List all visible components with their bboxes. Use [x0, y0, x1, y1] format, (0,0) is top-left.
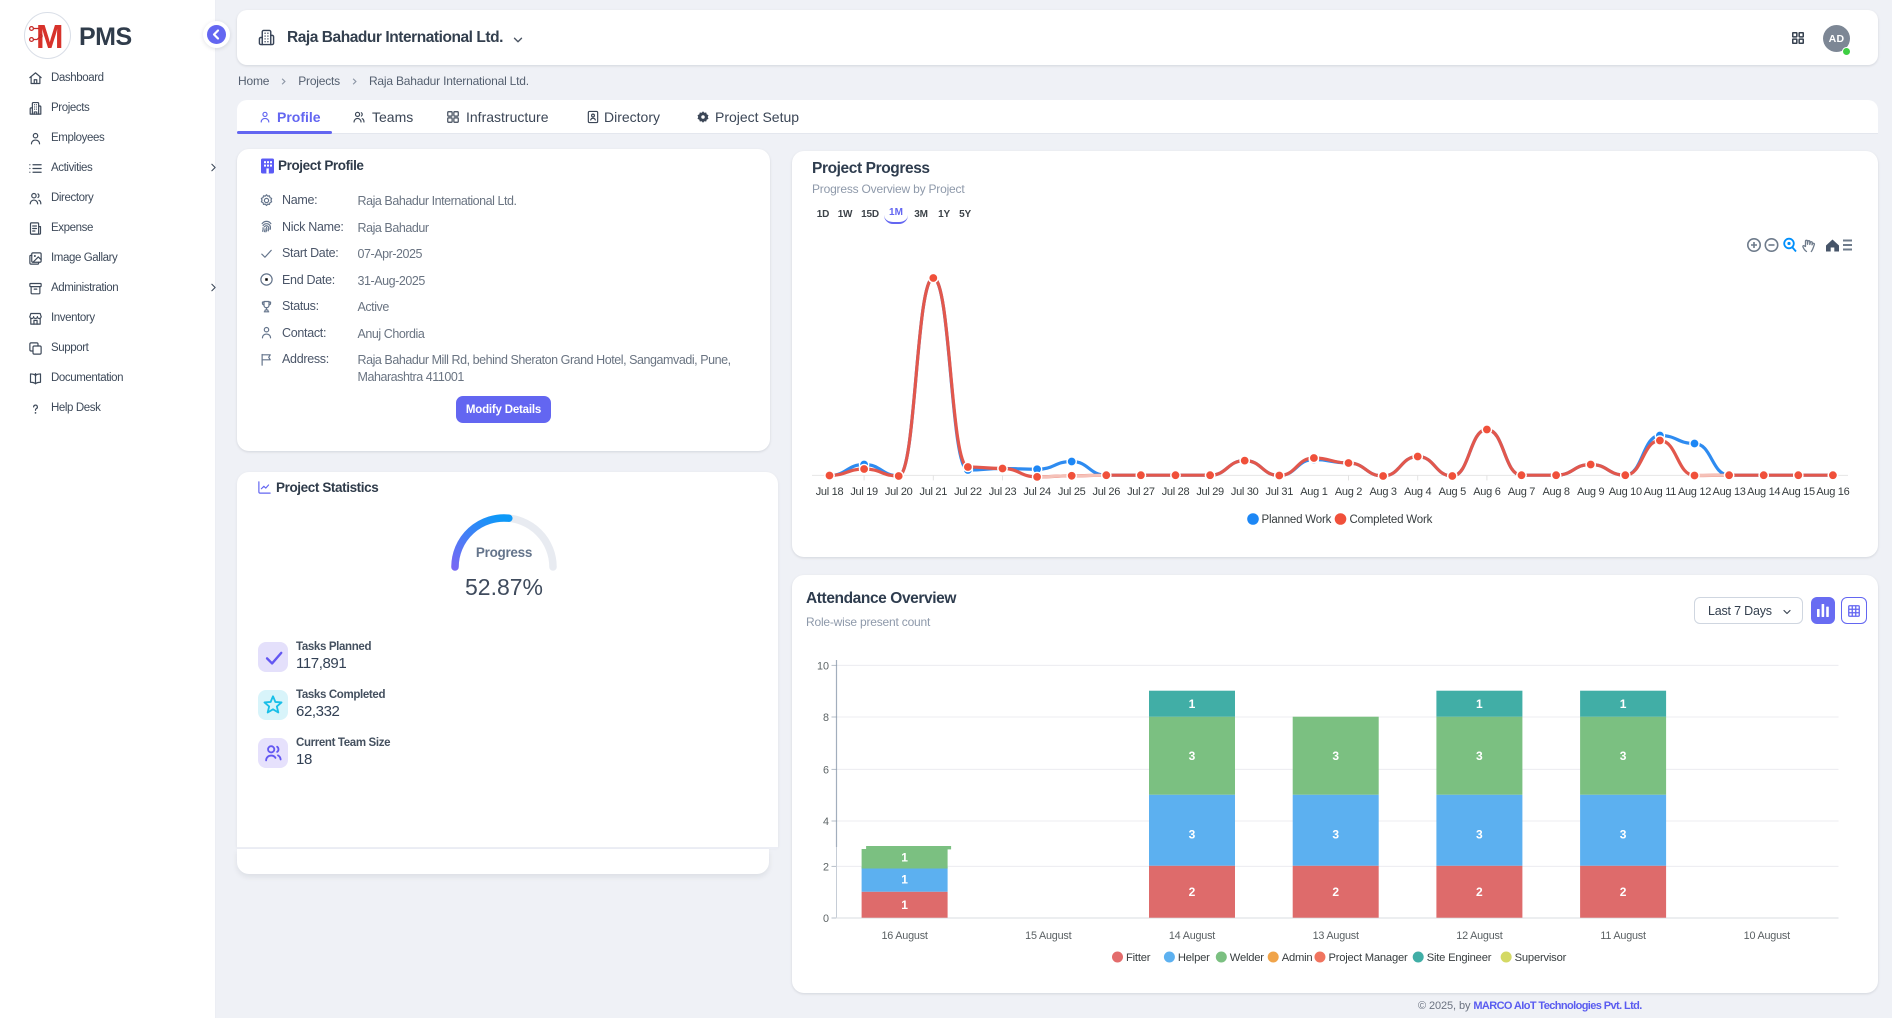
svg-text:11 August: 11 August: [1600, 930, 1646, 942]
svg-text:16 August: 16 August: [881, 930, 927, 942]
svg-text:Planned Work: Planned Work: [1262, 514, 1332, 526]
svg-text:Aug 12: Aug 12: [1678, 486, 1711, 498]
svg-text:Jul 28: Jul 28: [1162, 486, 1190, 498]
svg-text:12 August: 12 August: [1456, 930, 1502, 942]
svg-text:Completed Work: Completed Work: [1350, 514, 1433, 526]
svg-text:Aug 8: Aug 8: [1542, 486, 1569, 498]
svg-text:8: 8: [823, 712, 829, 724]
svg-text:13 August: 13 August: [1313, 930, 1359, 942]
svg-text:2: 2: [823, 861, 829, 873]
svg-text:Project Manager: Project Manager: [1328, 952, 1408, 964]
svg-text:Supervisor: Supervisor: [1515, 952, 1567, 964]
svg-text:Jul 31: Jul 31: [1266, 486, 1294, 498]
svg-text:Aug 11: Aug 11: [1644, 486, 1676, 498]
svg-text:Jul 26: Jul 26: [1093, 486, 1121, 498]
svg-text:Aug 13: Aug 13: [1713, 486, 1746, 498]
svg-text:Fitter: Fitter: [1126, 952, 1151, 964]
svg-text:2: 2: [1332, 885, 1339, 899]
svg-text:1: 1: [901, 873, 908, 887]
svg-text:Jul 18: Jul 18: [816, 486, 844, 498]
svg-text:3: 3: [1189, 749, 1196, 763]
svg-text:3: 3: [1189, 828, 1196, 842]
svg-text:Jul 27: Jul 27: [1127, 486, 1155, 498]
svg-text:3: 3: [1620, 828, 1627, 842]
svg-text:Welder: Welder: [1230, 952, 1265, 964]
svg-text:2: 2: [1189, 885, 1196, 899]
svg-text:Aug 1: Aug 1: [1300, 486, 1327, 498]
svg-text:Aug 15: Aug 15: [1782, 486, 1815, 498]
svg-text:3: 3: [1476, 749, 1483, 763]
svg-text:Aug 7: Aug 7: [1508, 486, 1535, 498]
svg-text:14 August: 14 August: [1169, 930, 1215, 942]
svg-text:Jul 22: Jul 22: [954, 486, 982, 498]
svg-text:Aug 3: Aug 3: [1369, 486, 1396, 498]
svg-text:Aug 9: Aug 9: [1577, 486, 1604, 498]
svg-text:Jul 29: Jul 29: [1196, 486, 1224, 498]
svg-text:3: 3: [1620, 749, 1627, 763]
svg-text:Aug 6: Aug 6: [1473, 486, 1500, 498]
svg-text:Site Engineer: Site Engineer: [1427, 952, 1492, 964]
svg-text:15 August: 15 August: [1025, 930, 1071, 942]
svg-text:6: 6: [823, 764, 829, 776]
svg-text:Admin: Admin: [1282, 952, 1313, 964]
svg-text:Jul 24: Jul 24: [1023, 486, 1051, 498]
svg-text:1: 1: [1620, 697, 1627, 711]
svg-text:Jul 21: Jul 21: [920, 486, 948, 498]
svg-text:1: 1: [901, 898, 908, 912]
svg-text:Helper: Helper: [1178, 952, 1210, 964]
svg-text:2: 2: [1476, 885, 1483, 899]
svg-text:Jul 23: Jul 23: [989, 486, 1017, 498]
svg-text:1: 1: [901, 851, 908, 865]
svg-text:3: 3: [1476, 828, 1483, 842]
svg-text:Aug 5: Aug 5: [1439, 486, 1466, 498]
svg-text:Jul 30: Jul 30: [1231, 486, 1259, 498]
svg-text:Aug 14: Aug 14: [1747, 486, 1780, 498]
svg-text:1: 1: [1189, 697, 1196, 711]
svg-text:M: M: [36, 18, 63, 54]
svg-text:4: 4: [823, 816, 829, 828]
svg-text:Aug 16: Aug 16: [1816, 486, 1849, 498]
svg-text:10 August: 10 August: [1744, 930, 1790, 942]
svg-text:3: 3: [1332, 828, 1339, 842]
svg-text:1: 1: [1476, 697, 1483, 711]
svg-text:Jul 19: Jul 19: [850, 486, 878, 498]
svg-text:Aug 4: Aug 4: [1404, 486, 1431, 498]
svg-text:10: 10: [817, 660, 829, 672]
svg-text:Jul 20: Jul 20: [885, 486, 913, 498]
svg-text:Aug 2: Aug 2: [1335, 486, 1362, 498]
svg-text:3: 3: [1332, 749, 1339, 763]
svg-text:2: 2: [1620, 885, 1627, 899]
svg-text:Aug 10: Aug 10: [1609, 486, 1642, 498]
svg-text:Jul 25: Jul 25: [1058, 486, 1086, 498]
svg-text:0: 0: [823, 913, 829, 925]
